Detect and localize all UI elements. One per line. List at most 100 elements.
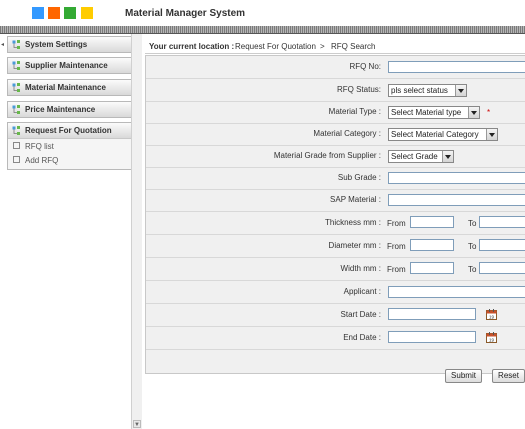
logo-square-yellow	[81, 7, 93, 19]
material-category-value: Select Material Category	[391, 130, 479, 139]
form-row-sap-material: SAP Material :	[146, 189, 525, 212]
reset-button[interactable]: Reset	[492, 369, 525, 383]
breadcrumb-link-rfq[interactable]: Request For Quotation	[235, 42, 316, 51]
sub-grade-input[interactable]	[388, 172, 525, 184]
logo-square-blue	[32, 7, 44, 19]
logo-square-orange	[48, 7, 60, 19]
diameter-to-label: To	[468, 242, 477, 251]
tree-node-icon	[13, 156, 20, 164]
form-row-rfq-status: RFQ Status: pls select status	[146, 79, 525, 102]
form-row-width: Width mm : From To	[146, 258, 525, 281]
thickness-to-input[interactable]	[479, 216, 525, 228]
applicant-label: Applicant :	[343, 287, 381, 296]
width-to-input[interactable]	[479, 262, 525, 274]
form-row-thickness: Thickness mm : From To	[146, 212, 525, 235]
start-date-input[interactable]	[388, 308, 476, 320]
chevron-down-icon	[455, 85, 466, 96]
main-content: Your current location : Request For Quot…	[145, 37, 525, 429]
diameter-from-label: From	[387, 242, 406, 251]
breadcrumb-prefix: Your current location :	[149, 42, 235, 51]
required-marker: *	[487, 108, 491, 117]
material-grade-select[interactable]: Select Grade	[388, 150, 454, 163]
diameter-to-input[interactable]	[479, 239, 525, 251]
chevron-down-icon	[468, 107, 479, 118]
sidebar-item-label: System Settings	[25, 40, 88, 49]
width-to-label: To	[468, 265, 477, 274]
thickness-from-label: From	[387, 219, 406, 228]
rfq-status-label: RFQ Status:	[336, 85, 381, 94]
sap-material-label: SAP Material :	[330, 195, 381, 204]
thickness-label: Thickness mm :	[324, 218, 381, 227]
form-row-diameter: Diameter mm : From To	[146, 235, 525, 258]
tree-folder-icon	[12, 40, 20, 49]
sidebar-subitem-label: Add RFQ	[25, 156, 59, 165]
width-from-input[interactable]	[410, 262, 454, 274]
logo-square-green	[64, 7, 76, 19]
app-title: Material Manager System	[125, 8, 246, 19]
form-row-material-type: Material Type : Select Material type *	[146, 101, 525, 124]
sidebar-item-price-maintenance[interactable]: Price Maintenance	[7, 101, 132, 118]
material-type-select[interactable]: Select Material type	[388, 106, 480, 119]
sidebar-item-request-for-quotation[interactable]: Request For Quotation	[8, 123, 131, 139]
tree-folder-icon	[12, 83, 20, 92]
header-divider	[0, 26, 525, 34]
tree-node-icon	[13, 142, 20, 150]
sidebar: ◂ System Settings Supplier Maintenance M…	[0, 34, 142, 429]
sidebar-item-supplier-maintenance[interactable]: Supplier Maintenance	[7, 57, 132, 74]
calendar-icon[interactable]: 19	[486, 332, 497, 343]
scroll-down-arrow-icon[interactable]: ▼	[133, 420, 141, 428]
thickness-to-label: To	[468, 219, 477, 228]
sidebar-subitem-label: RFQ list	[25, 142, 54, 151]
form-row-sub-grade: Sub Grade :	[146, 167, 525, 190]
end-date-label: End Date :	[343, 333, 381, 342]
chevron-down-icon	[486, 129, 497, 140]
sidebar-item-label: Supplier Maintenance	[25, 61, 108, 70]
applicant-input[interactable]	[388, 286, 525, 298]
breadcrumb-current: RFQ Search	[331, 42, 376, 51]
diameter-label: Diameter mm :	[328, 241, 381, 250]
sap-material-input[interactable]	[388, 194, 525, 206]
rfq-status-value: pls select status	[391, 86, 448, 95]
app-header: Material Manager System	[0, 0, 525, 26]
material-grade-label: Material Grade from Supplier :	[273, 151, 381, 160]
sidebar-subitem-rfq-list[interactable]: RFQ list	[13, 142, 54, 151]
form-row-end-date: End Date : 19	[146, 327, 525, 350]
end-date-input[interactable]	[388, 331, 476, 343]
diameter-from-input[interactable]	[410, 239, 454, 251]
svg-text:19: 19	[489, 338, 495, 343]
svg-text:19: 19	[489, 315, 495, 320]
sidebar-item-material-maintenance[interactable]: Material Maintenance	[7, 79, 132, 96]
submit-button[interactable]: Submit	[445, 369, 482, 383]
material-type-value: Select Material type	[391, 108, 462, 117]
chevron-down-icon	[442, 151, 453, 162]
form-row-applicant: Applicant :	[146, 281, 525, 304]
breadcrumb: Your current location : Request For Quot…	[145, 37, 525, 54]
rfq-search-form: RFQ No: RFQ Status: pls select status Ma…	[145, 55, 525, 383]
material-category-label: Material Category :	[313, 129, 381, 138]
tree-folder-icon	[12, 126, 20, 135]
material-category-select[interactable]: Select Material Category	[388, 128, 498, 141]
tree-folder-icon	[12, 61, 20, 70]
sidebar-group-rfq: Request For Quotation RFQ list Add RFQ	[7, 122, 132, 170]
collapse-arrow-icon[interactable]: ◂	[1, 41, 4, 48]
rfq-no-input[interactable]	[388, 61, 525, 73]
sidebar-item-label: Material Maintenance	[25, 83, 106, 92]
material-type-label: Material Type :	[328, 107, 381, 116]
width-from-label: From	[387, 265, 406, 274]
tree-folder-icon	[12, 105, 20, 114]
sidebar-item-system-settings[interactable]: System Settings	[7, 36, 132, 53]
rfq-no-label: RFQ No:	[349, 62, 381, 71]
thickness-from-input[interactable]	[410, 216, 454, 228]
form-row-start-date: Start Date : 19	[146, 304, 525, 327]
calendar-icon[interactable]: 19	[486, 309, 497, 320]
breadcrumb-separator: >	[320, 42, 325, 51]
form-actions: Submit Reset	[146, 364, 525, 390]
sidebar-item-label: Price Maintenance	[25, 105, 96, 114]
form-row-rfq-no: RFQ No:	[146, 56, 525, 79]
form-row-material-category: Material Category : Select Material Cate…	[146, 123, 525, 146]
sidebar-scrollbar[interactable]: ▼	[131, 34, 142, 429]
start-date-label: Start Date :	[340, 310, 381, 319]
width-label: Width mm :	[340, 264, 381, 273]
sidebar-subitem-add-rfq[interactable]: Add RFQ	[13, 156, 58, 165]
rfq-status-select[interactable]: pls select status	[388, 84, 467, 97]
